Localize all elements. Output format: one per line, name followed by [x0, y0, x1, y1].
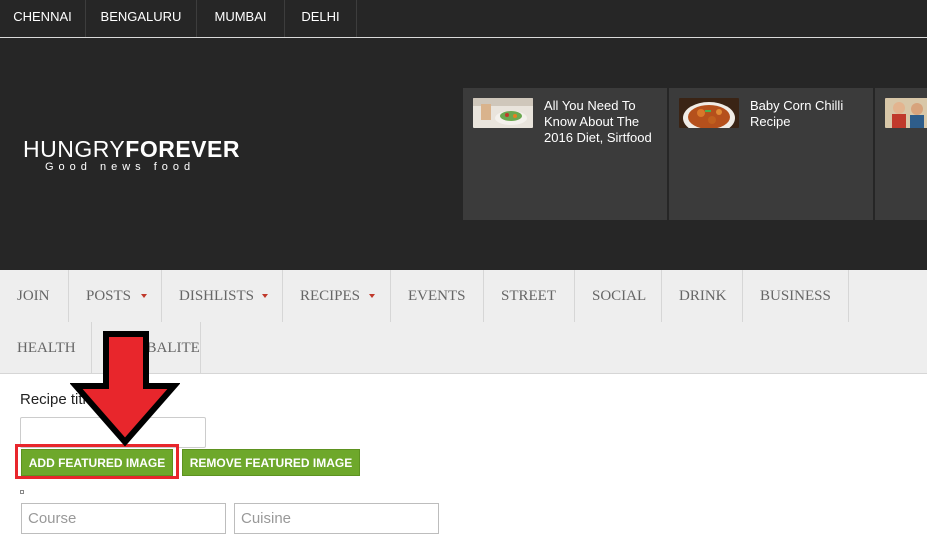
featured-post-title: Baby Corn Chilli Recipe [750, 98, 844, 129]
site-header: HUNGRYFOREVER Good news food All You Nee… [0, 38, 927, 270]
city-bar: CHENNAI BENGALURU MUMBAI DELHI [0, 0, 927, 38]
logo-wordmark: HUNGRYFOREVER [23, 136, 240, 162]
nav-item-drink[interactable]: DRINK [662, 270, 743, 322]
nav-item-events[interactable]: EVENTS [391, 270, 484, 322]
nav-item-recipes[interactable]: RECIPES [283, 270, 391, 322]
people-photo-icon [885, 98, 927, 128]
image-placeholder-icon [20, 490, 24, 494]
logo-tagline: Good news food [45, 161, 196, 173]
nav-item-dishlists[interactable]: DISHLISTS [162, 270, 283, 322]
add-featured-image-button[interactable]: ADD FEATURED IMAGE [21, 449, 173, 476]
dropdown-caret-icon [141, 294, 147, 298]
nav-item-social[interactable]: SOCIAL [575, 270, 662, 322]
dropdown-caret-icon [369, 294, 375, 298]
annotation-arrow-icon [70, 331, 180, 447]
course-input[interactable] [21, 503, 226, 534]
chilli-dish-photo-icon [679, 98, 739, 128]
site-logo[interactable]: HUNGRYFOREVER Good news food [23, 137, 283, 177]
remove-featured-image-button[interactable]: REMOVE FEATURED IMAGE [182, 449, 360, 476]
nav-item-join[interactable]: JOIN [0, 270, 69, 322]
nav-item-posts[interactable]: POSTS [69, 270, 162, 322]
cuisine-input[interactable] [234, 503, 439, 534]
dropdown-caret-icon [262, 294, 268, 298]
city-link-delhi[interactable]: DELHI [285, 0, 357, 37]
featured-post-card[interactable]: Baby Corn Chilli Recipe [669, 88, 873, 220]
salad-photo-icon [473, 98, 533, 128]
featured-post-card[interactable] [875, 88, 927, 220]
nav-item-business[interactable]: BUSINESS [743, 270, 849, 322]
city-link-chennai[interactable]: CHENNAI [0, 0, 86, 37]
city-link-mumbai[interactable]: MUMBAI [197, 0, 285, 37]
city-link-bengaluru[interactable]: BENGALURU [86, 0, 197, 37]
featured-post-title: All You Need To Know About The 2016 Diet… [544, 98, 652, 145]
nav-item-street[interactable]: STREET [484, 270, 575, 322]
featured-post-card[interactable]: All You Need To Know About The 2016 Diet… [463, 88, 667, 220]
